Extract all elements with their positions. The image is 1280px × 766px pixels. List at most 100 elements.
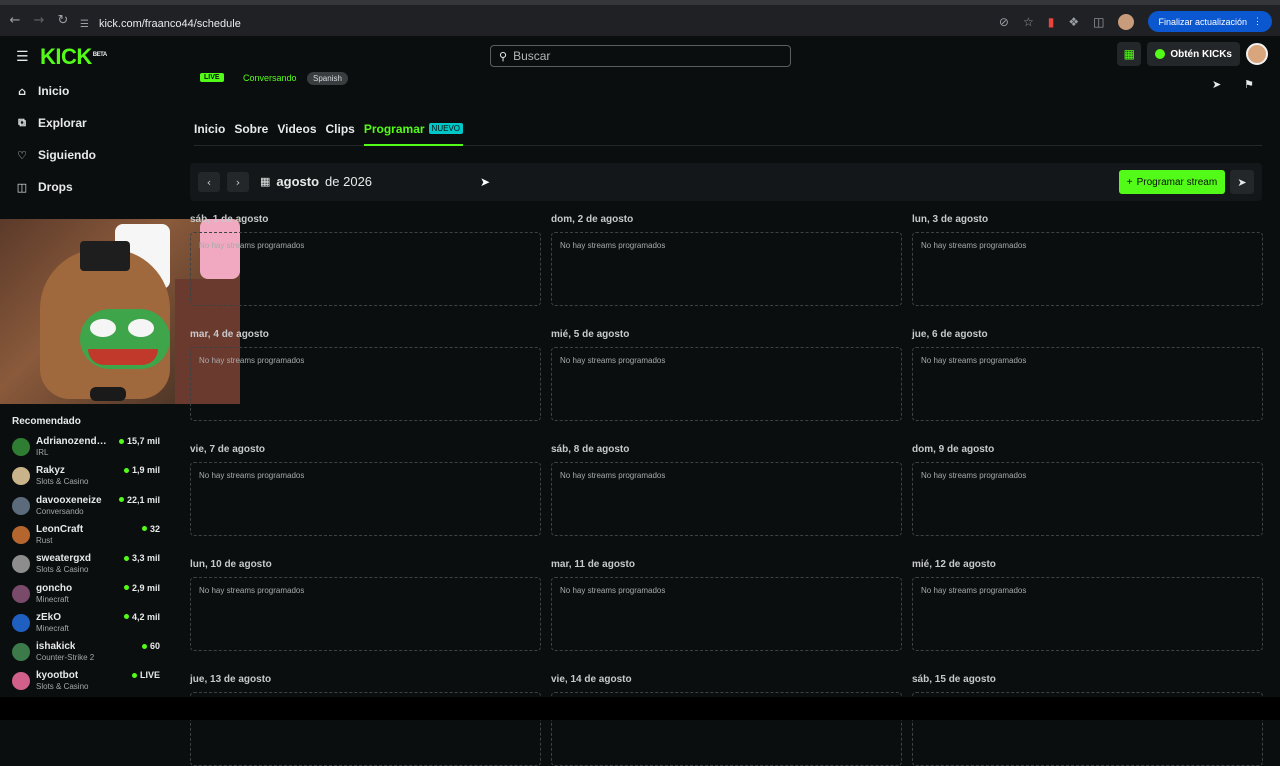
schedule-day: dom, 9 de agosto No hay streams programad… — [912, 444, 1263, 536]
schedule-stream-button[interactable]: + Programar stream — [1119, 170, 1225, 194]
update-label: Finalizar actualización — [1158, 16, 1247, 27]
streamer-dashboard-icon[interactable]: ▦ — [1117, 42, 1142, 66]
day-slot[interactable]: No hay streams programados — [190, 232, 541, 306]
kick-logo[interactable]: KICKBETA — [40, 44, 107, 70]
recommended-channel[interactable]: ishakick Counter-Strike 2 60 — [12, 641, 160, 667]
search-placeholder: Buscar — [513, 49, 551, 63]
recommended-channel[interactable]: kyootbot Slots & Casino LIVE — [12, 670, 160, 696]
tab-inicio[interactable]: Inicio — [194, 122, 225, 146]
viewer-count-text: 2,9 mil — [131, 582, 160, 593]
forward-icon[interactable]: → — [30, 12, 48, 30]
preview-mouth — [88, 349, 158, 365]
channel-avatar — [12, 555, 30, 574]
eye-off-icon[interactable]: ⊘ — [999, 15, 1009, 29]
day-label: mar, 4 de agosto — [190, 329, 269, 340]
extension-icon[interactable]: ▮ — [1048, 15, 1055, 29]
get-kicks-button[interactable]: Obtén KICKs — [1147, 42, 1240, 66]
viewer-count-text: 60 — [149, 641, 160, 652]
live-dot-icon — [141, 643, 147, 649]
day-slot[interactable]: No hay streams programados — [912, 347, 1263, 421]
calendar-icon: ▦ — [260, 175, 271, 188]
day-slot[interactable]: No hay streams programados — [551, 347, 902, 421]
logo-beta-tag: BETA — [92, 51, 107, 58]
next-month-button[interactable]: › — [227, 172, 249, 192]
tab-videos[interactable]: Videos — [277, 122, 316, 146]
day-slot[interactable]: No hay streams programados — [912, 232, 1263, 306]
prev-month-button[interactable]: ‹ — [198, 172, 220, 192]
channel-category: Rust — [36, 535, 53, 545]
back-icon[interactable]: ← — [6, 12, 24, 30]
day-label: sáb, 8 de agosto — [551, 444, 630, 455]
day-label: dom, 2 de agosto — [551, 214, 634, 225]
share-icon[interactable]: ➤ — [1212, 78, 1221, 91]
channel-avatar — [12, 584, 30, 603]
sidebar-item-label: Inicio — [38, 84, 70, 98]
sidebar-item-siguiendo[interactable]: ♡ Siguiendo — [16, 148, 96, 162]
sidebar-item-explorar[interactable]: ⧉ Explorar — [16, 116, 87, 130]
user-avatar[interactable] — [1246, 43, 1268, 65]
day-slot[interactable]: No hay streams programados — [912, 462, 1263, 536]
media-icon[interactable]: ◫ — [1093, 15, 1104, 29]
tab-clips[interactable]: Clips — [326, 122, 355, 146]
viewer-count-text: 15,7 mil — [126, 436, 160, 446]
recommended-channel[interactable]: zEkO Minecraft 4,2 mil — [12, 612, 160, 638]
gift-sub-icon[interactable]: ⚑ — [1244, 78, 1254, 91]
tab-sobre[interactable]: Sobre — [234, 122, 268, 146]
recommended-channel[interactable]: LeonCraft Rust 32 — [12, 524, 160, 550]
empty-slot-text: No hay streams programados — [199, 471, 305, 480]
search-input[interactable]: ⚲ Buscar — [490, 45, 791, 67]
tab-programar[interactable]: Programar NUEVO — [363, 122, 463, 146]
recommended-channel[interactable]: Rakyz Slots & Casino 1,9 mil — [12, 465, 160, 491]
day-slot[interactable]: No hay streams programados — [912, 577, 1263, 651]
channel-category: Slots & Casino — [36, 682, 89, 692]
update-button[interactable]: Finalizar actualización ⋮ — [1148, 11, 1272, 32]
live-dot-icon — [123, 555, 129, 561]
star-icon[interactable]: ☆ — [1023, 15, 1034, 29]
channel-avatar — [12, 525, 30, 544]
day-label: vie, 14 de agosto — [551, 674, 632, 685]
empty-slot-text: No hay streams programados — [199, 586, 305, 595]
recommended-channel[interactable]: goncho Minecraft 2,9 mil — [12, 583, 160, 609]
day-slot[interactable]: No hay streams programados — [190, 462, 541, 536]
preview-hat — [80, 241, 130, 271]
reload-icon[interactable]: ↻ — [54, 12, 72, 30]
channel-category: Minecraft — [36, 623, 69, 633]
mouse-cursor-icon: ➤ — [480, 175, 491, 189]
menu-icon[interactable]: ☰ — [16, 49, 29, 65]
day-label: sáb, 15 de agosto — [912, 674, 996, 685]
day-slot[interactable]: No hay streams programados — [551, 577, 902, 651]
address-bar[interactable]: ☰ kick.com/fraanco44/schedule — [80, 13, 1080, 35]
channel-avatar — [12, 438, 30, 456]
puzzle-icon[interactable]: ❖ — [1068, 15, 1079, 29]
plus-icon: + — [1126, 176, 1133, 188]
sidebar-item-label: Siguiendo — [38, 148, 96, 162]
recommended-channel[interactable]: sweatergxd Slots & Casino 3,3 mil — [12, 553, 160, 579]
stream-category[interactable]: Conversando — [243, 73, 297, 83]
language-tag[interactable]: Spanish — [307, 72, 348, 85]
empty-slot-text: No hay streams programados — [921, 241, 1027, 250]
schedule-day: jue, 13 de agostoNo hay streams programa… — [190, 674, 541, 766]
profile-avatar[interactable] — [1118, 13, 1135, 30]
channel-category: Slots & Casino — [36, 565, 89, 575]
schedule-day: sáb, 1 de agosto No hay streams programad… — [190, 214, 541, 306]
day-slot[interactable]: No hay streams programados — [190, 347, 541, 421]
viewer-count: LIVE — [131, 670, 160, 680]
day-slot[interactable]: No hay streams programados — [551, 462, 902, 536]
share-schedule-button[interactable]: ➤ — [1230, 170, 1254, 194]
site-info-icon[interactable]: ☰ — [80, 19, 89, 30]
channel-category: Slots & Casino — [36, 477, 89, 487]
sidebar-item-drops[interactable]: ◫ Drops — [16, 180, 73, 194]
day-slot[interactable]: No hay streams programados — [551, 232, 902, 306]
empty-slot-text: No hay streams programados — [560, 586, 666, 595]
day-slot[interactable]: No hay streams programados — [190, 577, 541, 651]
schedule-toolbar: ‹ › ▦ agosto de 2026 ➤ + Programar strea… — [190, 163, 1262, 201]
viewer-count: 2,9 mil — [123, 582, 160, 593]
kicks-label: Obtén KICKs — [1170, 48, 1232, 60]
recommended-channel[interactable]: davooxeneize Conversando 22,1 mil — [12, 495, 160, 521]
gift-icon: ◫ — [16, 180, 28, 194]
recommended-channel[interactable]: Adrianozendej... IRL 15,7 mil — [12, 436, 160, 462]
viewer-count-text: 32 — [149, 523, 160, 534]
sidebar-item-inicio[interactable]: ⌂ Inicio — [16, 84, 69, 98]
empty-slot-text: No hay streams programados — [560, 471, 666, 480]
viewer-count: 22,1 mil — [118, 495, 160, 505]
